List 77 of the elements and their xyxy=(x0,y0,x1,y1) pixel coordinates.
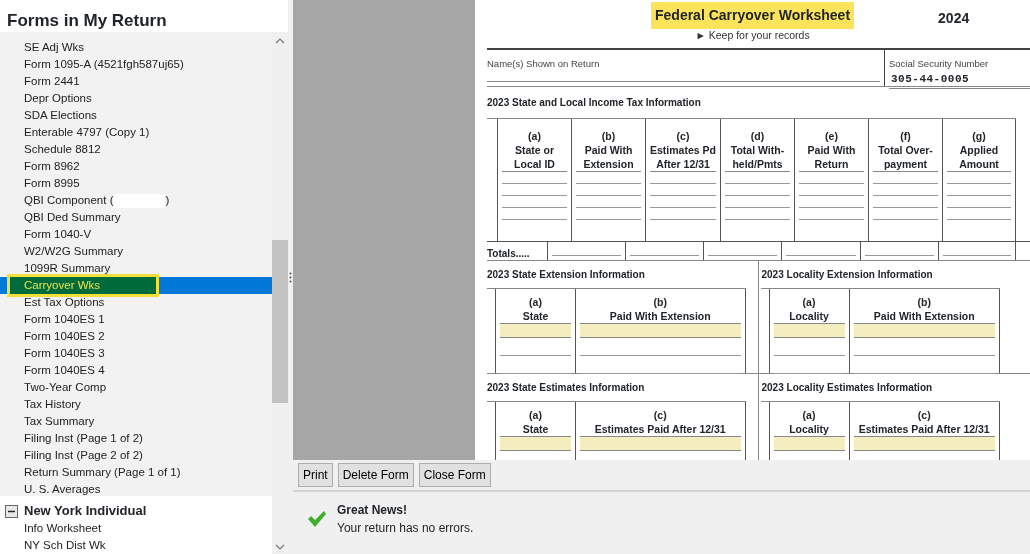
form-list-item[interactable]: Return Summary (Page 1 of 1) xyxy=(0,464,272,481)
form-list-item[interactable]: Info Worksheet xyxy=(0,520,272,537)
form-list-item[interactable]: Carryover Wks xyxy=(0,277,272,294)
form-list-item[interactable]: Form 2441 xyxy=(0,73,272,90)
form-list-item[interactable]: SE Adj Wks xyxy=(0,39,272,56)
form-list-item[interactable]: Filing Inst (Page 2 of 2) xyxy=(0,447,272,464)
records-note: ► Keep for your records xyxy=(695,28,810,43)
totals-label: Totals..... xyxy=(487,246,531,260)
section-heading: 2023 Locality Estimates Information xyxy=(761,380,934,395)
section-heading: 2023 State and Local Income Tax Information xyxy=(487,95,702,110)
form-list-item[interactable]: SDA Elections xyxy=(0,107,272,124)
form-list-item[interactable]: Tax Summary xyxy=(0,413,272,430)
checkmark-icon xyxy=(307,510,327,528)
column-heading: (c) Estimates Pd After 12/31 xyxy=(650,128,716,172)
section-heading: 2023 State Extension Information xyxy=(487,267,646,282)
form-list-item[interactable]: QBI Component ( ) xyxy=(0,192,272,209)
column-heading: (b) Paid With Extension xyxy=(608,294,712,323)
form-list-item[interactable]: Depr Options xyxy=(0,90,272,107)
form-list-item[interactable]: Est Tax Options xyxy=(0,294,272,311)
form-list-item[interactable]: Form 1040ES 2 xyxy=(0,328,272,345)
input-field[interactable] xyxy=(853,435,995,451)
input-field[interactable] xyxy=(500,322,571,338)
splitter-handle-icon[interactable] xyxy=(289,271,292,283)
column-heading: (b) Paid With Extension xyxy=(576,128,641,172)
form-button[interactable]: Print xyxy=(298,463,333,487)
form-title: Federal Carryover Worksheet xyxy=(651,2,855,29)
section-heading: 2023 Locality Extension Information xyxy=(761,267,934,282)
scroll-down-icon[interactable] xyxy=(275,544,285,550)
form-list-item[interactable]: Form 1040ES 4 xyxy=(0,362,272,379)
form-list-item[interactable]: 1099R Summary xyxy=(0,260,272,277)
form-year: 2024 xyxy=(938,9,970,28)
form-list-item[interactable]: Two-Year Comp xyxy=(0,379,272,396)
form-list-item[interactable]: Schedule 8812 xyxy=(0,141,272,158)
status-message: Your return has no errors. xyxy=(337,520,474,537)
field-label: Name(s) Shown on Return xyxy=(487,56,601,71)
column-heading: (d) Total With- held/Pmts xyxy=(724,128,790,172)
column-heading: (b) Paid With Extension xyxy=(872,294,976,323)
input-field[interactable] xyxy=(773,322,845,338)
form-list-item[interactable]: Form 1040ES 1 xyxy=(0,311,272,328)
input-field[interactable] xyxy=(500,435,571,451)
column-heading: (c) Estimates Paid After 12/31 xyxy=(593,407,727,436)
form-list-item[interactable]: Enterable 4797 (Copy 1) xyxy=(0,124,272,141)
section-heading: 2023 State Estimates Information xyxy=(487,380,646,395)
panel-title: Forms in My Return xyxy=(6,10,168,32)
column-heading: (a) Locality xyxy=(788,294,830,323)
form-list-item[interactable]: Form 8962 xyxy=(0,158,272,175)
column-heading: (a) State xyxy=(521,294,550,323)
input-field[interactable] xyxy=(773,435,845,451)
scroll-thumb[interactable] xyxy=(272,240,288,403)
form-list-item[interactable]: Form 1040ES 3 xyxy=(0,345,272,362)
form-list-item[interactable]: Filing Inst (Page 1 of 2) xyxy=(0,430,272,447)
form-list-item[interactable]: Form 1095-A (4521fgh587uj65) xyxy=(0,56,272,73)
field-label: Social Security Number xyxy=(889,56,990,71)
status-title: Great News! xyxy=(337,502,409,519)
form-list-item[interactable]: U. S. Averages xyxy=(0,481,272,496)
group-title[interactable]: New York Individual xyxy=(24,501,147,521)
column-heading: (e) Paid With Return xyxy=(798,128,864,172)
column-heading: (a) State xyxy=(521,407,550,436)
form-list-item[interactable]: Tax History xyxy=(0,396,272,413)
column-heading: (g) Applied Amount xyxy=(947,128,1011,172)
form-list-item[interactable]: Form 1040-V xyxy=(0,226,272,243)
input-field[interactable] xyxy=(580,435,741,451)
collapse-icon[interactable] xyxy=(5,504,18,518)
scroll-up-icon[interactable] xyxy=(275,38,285,44)
form-list-item[interactable]: W2/W2G Summary xyxy=(0,243,272,260)
form-list-item[interactable]: QBI Ded Summary xyxy=(0,209,272,226)
column-heading: (a) Locality xyxy=(788,407,830,436)
column-heading: (c) Estimates Paid After 12/31 xyxy=(857,407,991,436)
form-button[interactable]: Delete Form xyxy=(337,463,414,487)
form-list-item[interactable]: NY Sch Dist Wk xyxy=(0,537,272,554)
ssn-value: 305-44-0005 xyxy=(889,71,1030,89)
input-field[interactable] xyxy=(580,322,741,338)
column-heading: (f) Total Over- payment xyxy=(873,128,938,172)
input-field[interactable] xyxy=(853,322,995,338)
column-heading: (a) State or Local ID xyxy=(502,128,567,172)
form-list-item[interactable]: Form 8995 xyxy=(0,175,272,192)
form-button[interactable]: Close Form xyxy=(418,463,491,487)
